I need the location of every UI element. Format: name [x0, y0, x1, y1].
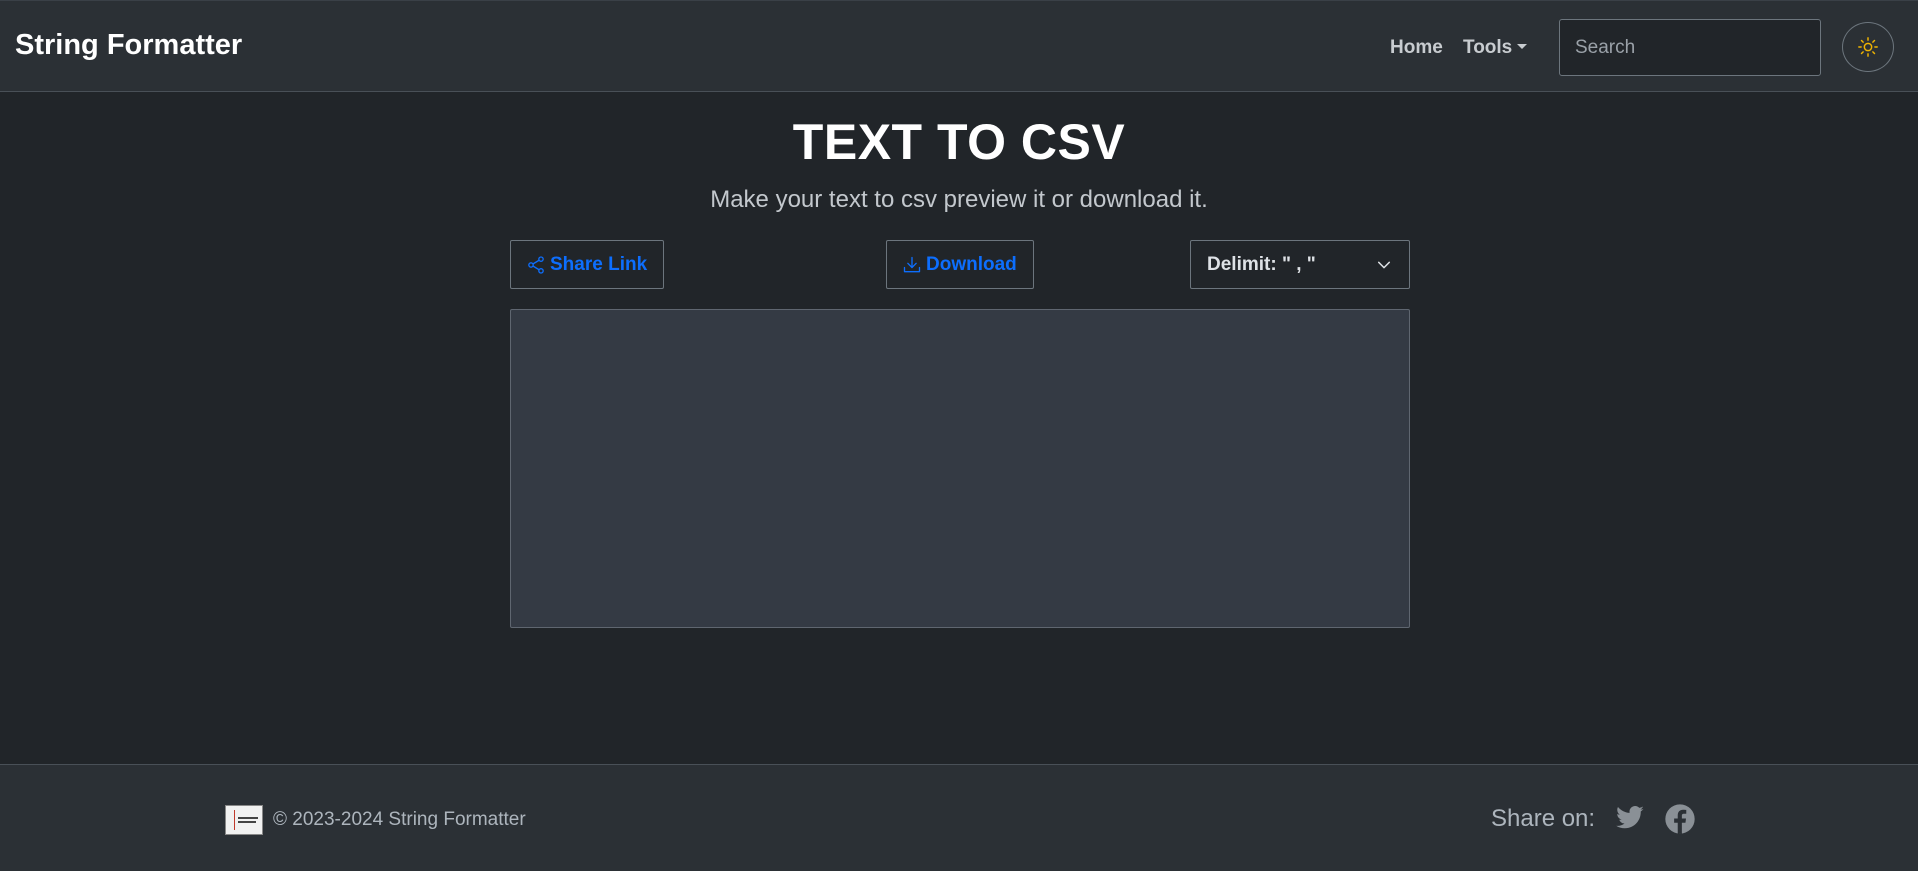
- download-label: Download: [926, 253, 1017, 275]
- text-input-area[interactable]: [510, 309, 1410, 628]
- nav-tools-label: Tools: [1463, 37, 1513, 58]
- brand-link[interactable]: String Formatter: [15, 29, 242, 62]
- facebook-icon[interactable]: [1664, 803, 1696, 840]
- page-title: TEXT TO CSV: [792, 114, 1126, 170]
- footer: © 2023-2024 String Formatter Share on:: [0, 764, 1918, 871]
- download-button[interactable]: Download: [886, 240, 1034, 289]
- download-icon: [903, 256, 921, 272]
- theme-toggle-button[interactable]: [1842, 22, 1894, 72]
- delimiter-select[interactable]: Delimit: " , ": [1190, 240, 1410, 289]
- share-on-label: Share on:: [1491, 805, 1596, 832]
- sun-icon: [1858, 37, 1878, 57]
- share-link-button[interactable]: Share Link: [510, 240, 664, 289]
- copyright-text: © 2023-2024 String Formatter: [273, 809, 526, 830]
- footer-logo: [225, 805, 263, 835]
- navbar: String Formatter Home Tools: [0, 0, 1918, 92]
- nav-tools-dropdown[interactable]: Tools: [1463, 37, 1528, 59]
- caret-down-icon: [1517, 43, 1528, 49]
- twitter-icon[interactable]: [1614, 803, 1646, 838]
- share-link-label: Share Link: [550, 253, 648, 275]
- chevron-down-icon: [1377, 261, 1391, 269]
- nav-home-link[interactable]: Home: [1390, 37, 1443, 59]
- page-subtitle: Make your text to csv preview it or down…: [710, 186, 1208, 213]
- share-icon: [528, 255, 544, 274]
- search-input[interactable]: [1559, 19, 1821, 76]
- delimiter-value: Delimit: " , ": [1207, 253, 1316, 275]
